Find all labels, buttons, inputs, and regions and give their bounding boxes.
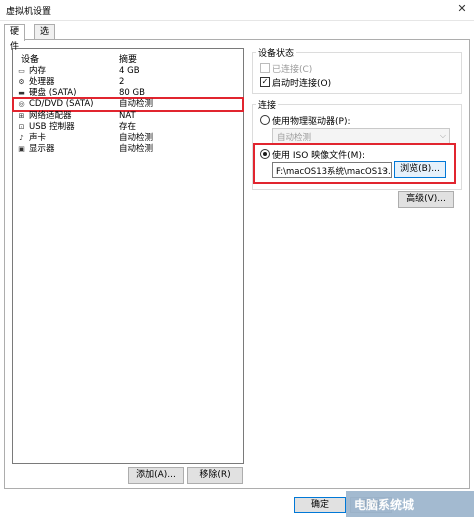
physical-drive-radio[interactable] (260, 115, 270, 125)
connected-label: 已连接(C) (272, 65, 313, 75)
device-summary: 存在 (119, 122, 137, 132)
physical-drive-select: 自动检测 ⌵ (272, 128, 450, 144)
device-summary: 自动检测 (119, 133, 154, 143)
summary-column-header[interactable]: 摘要 (119, 52, 137, 65)
sound-card-icon: ♪ (19, 134, 24, 142)
device-row-memory[interactable]: ▭ 内存 4 GB (13, 66, 243, 77)
chevron-down-icon[interactable]: ⌵ (382, 165, 388, 175)
watermark-logo: 电脑系统城 (346, 491, 474, 517)
device-row-display[interactable]: ▣ 显示器 自动检测 (13, 144, 243, 155)
network-adapter-icon: ⊞ (18, 112, 25, 120)
device-summary: NAT (119, 111, 136, 121)
device-column-header[interactable]: 设备 (21, 52, 39, 65)
connection-label: 连接 (256, 98, 279, 111)
device-name: CD/DVD (SATA) (29, 99, 94, 109)
device-name: 内存 (29, 66, 47, 76)
processor-icon: ⚙ (18, 78, 25, 86)
device-row-processor[interactable]: ⚙ 处理器 2 (13, 77, 243, 88)
iso-path-value: F:\macOS13系统\macOS13. (276, 167, 391, 177)
device-row-network-adapter[interactable]: ⊞ 网络适配器 NAT (13, 111, 243, 122)
device-name: USB 控制器 (29, 122, 75, 132)
remove-button[interactable]: 移除(R) (187, 467, 243, 484)
device-name: 处理器 (29, 77, 55, 87)
close-icon[interactable]: ✕ (454, 2, 470, 18)
physical-drive-label: 使用物理驱动器(P): (272, 117, 351, 127)
ok-button[interactable]: 确定 (294, 497, 346, 513)
iso-image-radio[interactable] (260, 149, 270, 159)
device-summary: 4 GB (119, 66, 140, 76)
device-name: 显示器 (29, 144, 55, 154)
display-icon: ▣ (18, 145, 25, 153)
device-summary: 自动检测 (119, 99, 154, 109)
usb-icon: ⊡ (18, 123, 25, 131)
window-titlebar: 虚拟机设置 ✕ (0, 0, 474, 21)
memory-icon: ▭ (18, 67, 25, 75)
advanced-button[interactable]: 高级(V)... (398, 191, 454, 208)
cd-dvd-icon: ◎ (18, 100, 25, 108)
harddisk-icon: ▬ (18, 89, 25, 97)
device-summary: 2 (119, 77, 125, 87)
iso-path-input[interactable]: F:\macOS13系统\macOS13. ⌵ (272, 162, 392, 178)
browse-button[interactable]: 浏览(B)... (394, 161, 446, 178)
tab-hardware[interactable]: 硬件 (4, 24, 26, 52)
connect-on-startup-label: 启动时连接(O) (272, 79, 332, 89)
physical-drive-value: 自动检测 (277, 133, 312, 143)
window-title: 虚拟机设置 (6, 7, 52, 17)
device-list-header: 设备 摘要 (13, 49, 243, 65)
device-summary: 自动检测 (119, 144, 154, 154)
device-row-cd-dvd[interactable]: ◎ CD/DVD (SATA) 自动检测 (12, 97, 244, 112)
watermark-text: 电脑系统城 (354, 498, 415, 512)
device-list[interactable]: 设备 摘要 ▭ 内存 4 GB ⚙ 处理器 2 ▬ 硬盘 (SATA) 80 G… (12, 48, 244, 464)
device-row-usb[interactable]: ⊡ USB 控制器 存在 (13, 122, 243, 133)
chevron-down-icon: ⌵ (439, 131, 446, 140)
device-name: 网络适配器 (29, 111, 72, 121)
add-button[interactable]: 添加(A)... (128, 467, 184, 484)
tab-options[interactable]: 选项 (34, 24, 56, 52)
iso-image-label: 使用 ISO 映像文件(M): (272, 151, 365, 161)
connect-on-startup-checkbox[interactable]: ✓ (260, 77, 270, 87)
connected-checkbox[interactable] (260, 63, 270, 73)
device-name: 声卡 (29, 133, 47, 143)
device-row-sound-card[interactable]: ♪ 声卡 自动检测 (13, 133, 243, 144)
device-status-label: 设备状态 (256, 46, 297, 59)
